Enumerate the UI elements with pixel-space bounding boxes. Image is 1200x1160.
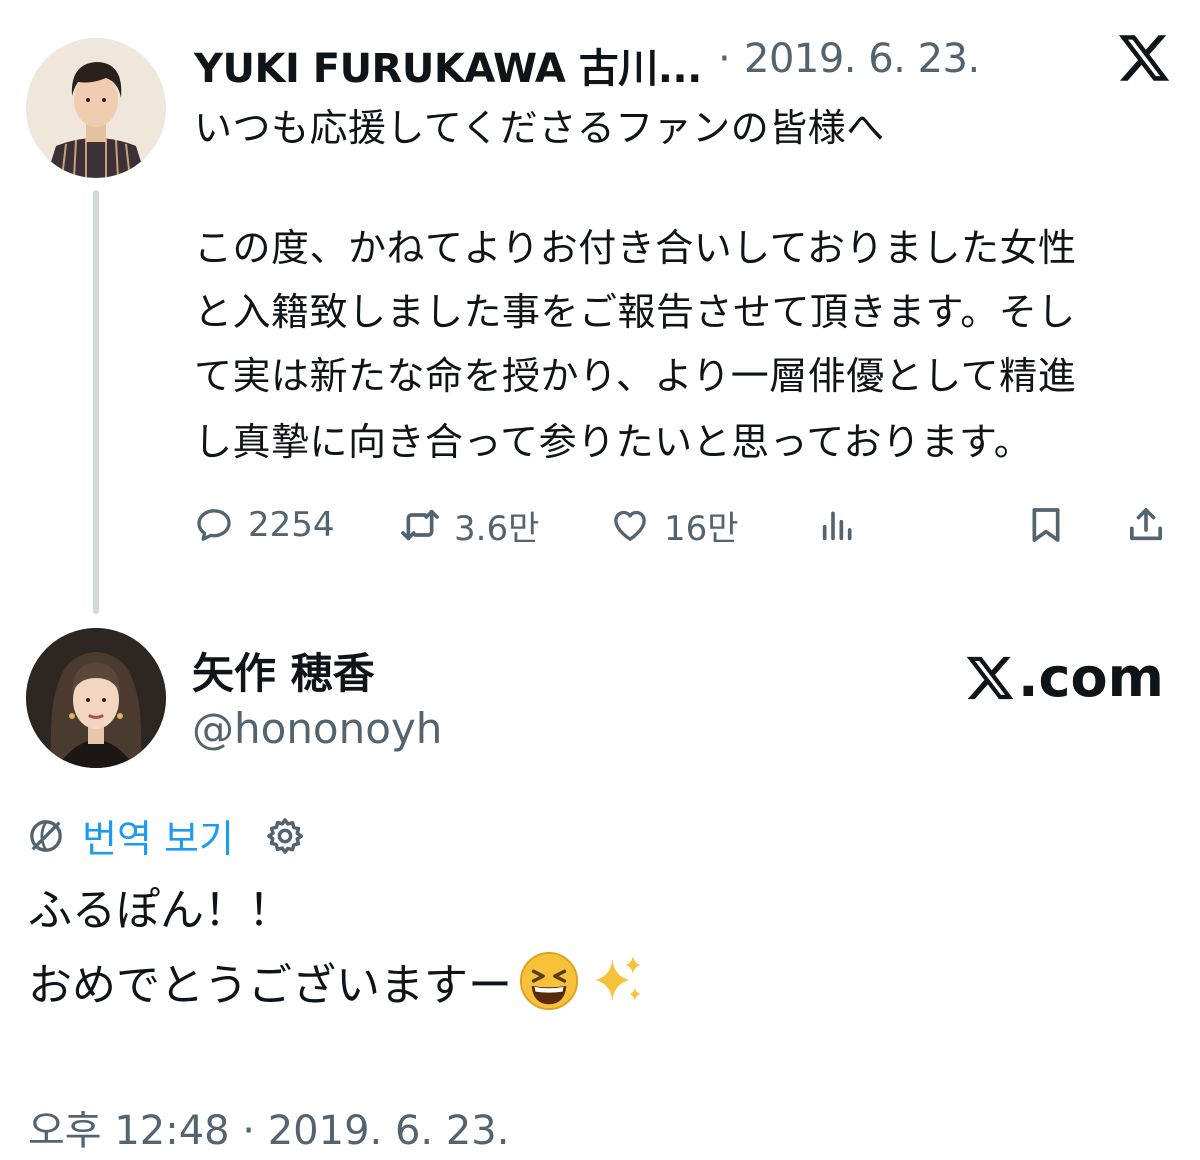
header-separator: · <box>718 36 731 82</box>
x-com-watermark: .com <box>964 646 1164 709</box>
author-avatar[interactable] <box>26 38 166 178</box>
reply-count: 2254 <box>248 505 335 545</box>
author-name[interactable]: YUKI FURUKAWA 古川... <box>194 36 702 94</box>
post-timestamp[interactable]: 오후 12:48 · 2019. 6. 23. <box>28 1098 509 1156</box>
brand-text: .com <box>1018 646 1164 709</box>
views-button[interactable] <box>818 502 858 548</box>
reply-button[interactable]: 2254 <box>194 502 335 548</box>
avatar-photo <box>26 628 166 768</box>
bookmark-icon <box>1032 508 1060 542</box>
like-button[interactable]: 16만 <box>610 502 739 549</box>
like-icon <box>614 510 646 541</box>
translate-row: 번역 보기 <box>26 808 306 863</box>
tweet-text: おめでとうございますー <box>28 960 512 1011</box>
tweet-text-line-with-emoji: おめでとうございますー <box>28 950 648 1017</box>
post-date[interactable]: 2019. 6. 23. <box>744 36 980 82</box>
share-icon <box>1130 508 1162 541</box>
sparkles-icon <box>595 955 641 1001</box>
views-icon <box>822 511 852 541</box>
like-count: 16만 <box>664 508 739 549</box>
author-name[interactable]: 矢作 穂香 <box>192 640 375 701</box>
reply-icon <box>197 509 231 541</box>
tweet-text-line: て実は新たな命を授かり、より一層俳優として精進 <box>194 354 1077 398</box>
avatar-photo <box>26 38 166 178</box>
author-handle[interactable]: @hononoyh <box>192 704 442 753</box>
share-button[interactable] <box>1126 502 1166 548</box>
bookmark-button[interactable] <box>1026 502 1066 548</box>
tweet-text-line: ふるぽん！！ <box>28 885 292 936</box>
x-logo-icon <box>966 656 1014 699</box>
gear-icon[interactable] <box>264 815 306 857</box>
thread-connector-line <box>93 190 99 614</box>
author-avatar[interactable] <box>26 628 166 768</box>
tweet-text-line: この度、かねてよりお付き合いしておりました女性 <box>194 226 1077 270</box>
translate-link[interactable]: 번역 보기 <box>82 808 234 863</box>
tweet-text-line: いつも応援してくださるファンの皆様へ <box>194 106 885 150</box>
tweet-text-line: と入籍致しました事をご報告させて頂きます。そし <box>194 290 1076 334</box>
retweet-button[interactable]: 3.6만 <box>400 502 540 549</box>
grinning-squinting-face-icon <box>519 951 579 1011</box>
tweet-text-line: し真摯に向き合って参りたいと思っております。 <box>194 420 1033 464</box>
retweet-icon <box>401 509 439 541</box>
x-logo-icon <box>1116 30 1172 86</box>
globe-translate-icon <box>30 819 62 852</box>
retweet-count: 3.6만 <box>454 508 540 549</box>
